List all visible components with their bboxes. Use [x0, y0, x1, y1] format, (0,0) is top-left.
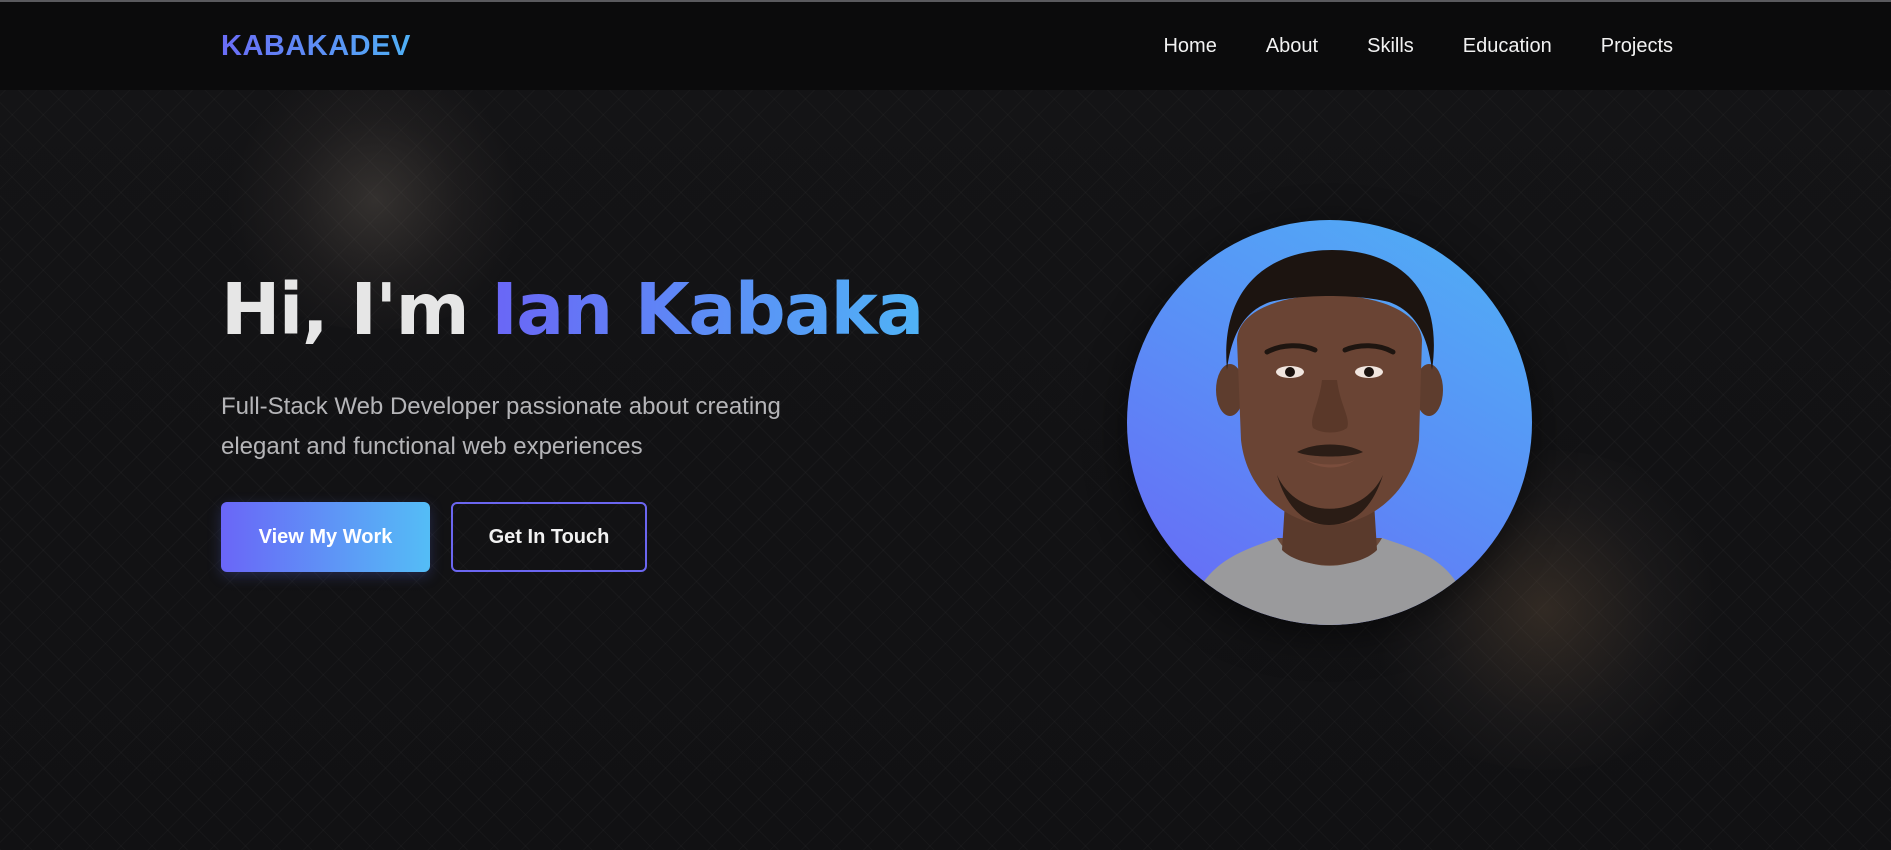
- nav-links: Home About Skills Education Projects: [1114, 35, 1673, 58]
- profile-avatar: [1127, 220, 1532, 625]
- window-top-border: [0, 0, 1891, 2]
- view-my-work-button[interactable]: View My Work: [221, 502, 430, 572]
- hero-section: Hi, I'm Ian Kabaka Full-Stack Web Develo…: [221, 268, 941, 467]
- navbar: KABAKADEV Home About Skills Education Pr…: [0, 2, 1891, 90]
- nav-link-about[interactable]: About: [1266, 35, 1318, 58]
- hero-headline: Hi, I'm Ian Kabaka: [221, 268, 941, 351]
- page: KABAKADEV Home About Skills Education Pr…: [0, 0, 1891, 850]
- nav-link-education[interactable]: Education: [1463, 35, 1552, 58]
- nav-link-skills[interactable]: Skills: [1367, 35, 1414, 58]
- profile-photo-icon: [1187, 250, 1472, 625]
- hero-tagline: Full-Stack Web Developer passionate abou…: [221, 393, 781, 460]
- hero-greeting: Hi, I'm: [221, 268, 492, 351]
- hero-name: Ian Kabaka: [491, 268, 924, 351]
- hero-buttons: View My Work Get In Touch: [221, 502, 647, 572]
- nav-link-projects[interactable]: Projects: [1601, 35, 1673, 58]
- get-in-touch-button[interactable]: Get In Touch: [451, 502, 647, 572]
- nav-link-home[interactable]: Home: [1163, 35, 1216, 58]
- logo[interactable]: KABAKADEV: [221, 30, 411, 63]
